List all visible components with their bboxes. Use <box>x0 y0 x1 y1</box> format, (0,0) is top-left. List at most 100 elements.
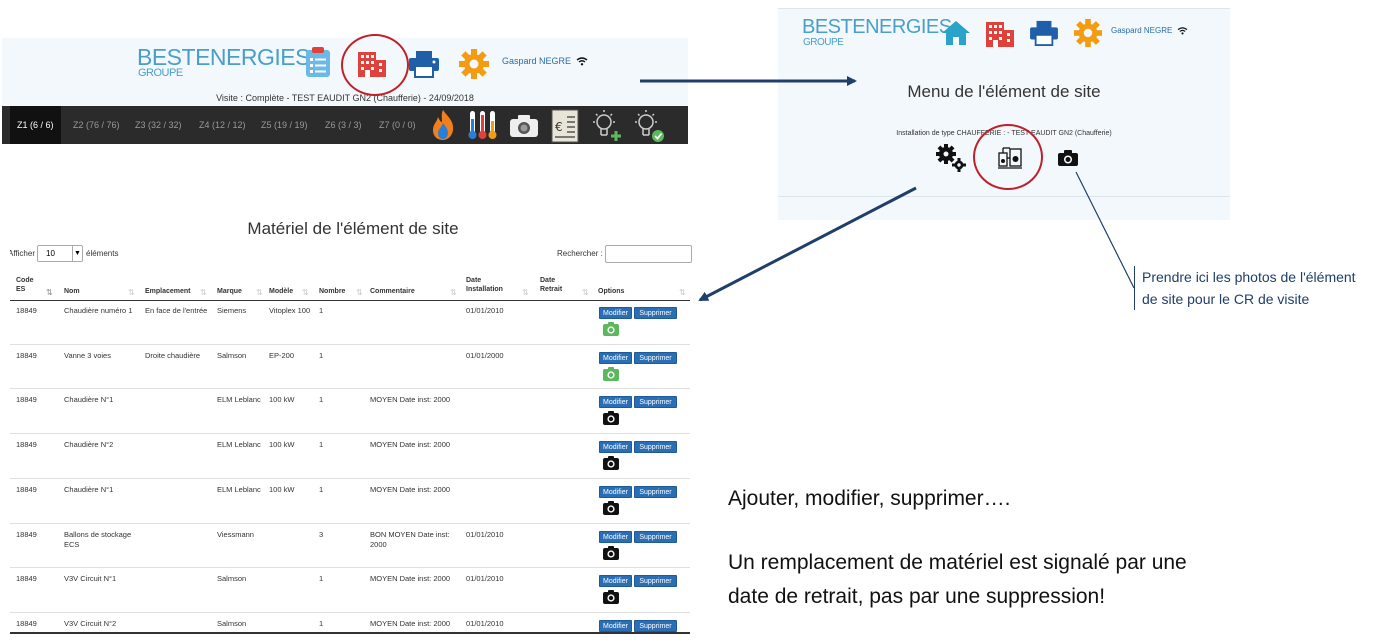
sort-icon[interactable]: ⇅ <box>522 288 529 297</box>
best-energies-logo: BESTENERGIES GROUPE <box>137 44 310 79</box>
sort-icon[interactable]: ⇅ <box>450 288 457 297</box>
column-header-options: Options <box>598 288 625 295</box>
table-cell-nombre: 1 <box>319 440 324 450</box>
page-size-suffix: éléments <box>86 249 119 258</box>
search-input[interactable] <box>605 245 692 263</box>
best-energies-logo: BESTENERGIES GROUPE <box>802 16 952 48</box>
sort-icon[interactable]: ⇅ <box>256 288 263 297</box>
table-title: Matériel de l'élément de site <box>247 219 459 238</box>
edit-button[interactable]: Modifier <box>599 351 632 364</box>
table-cell-modele: Vitoplex 100 <box>269 306 311 315</box>
column-header-code[interactable]: Code ES <box>16 276 40 294</box>
gear-icon[interactable] <box>1073 18 1103 48</box>
camera-icon[interactable] <box>509 114 539 138</box>
sort-icon[interactable]: ⇅ <box>582 288 589 297</box>
search-label: Rechercher : <box>557 249 603 258</box>
user-name[interactable]: Gaspard NEGRE <box>502 56 588 66</box>
table-cell-code: 18849 <box>16 618 37 628</box>
printer-icon[interactable] <box>408 50 440 78</box>
replacement-note-line1: Un remplacement de matériel est signalé … <box>728 551 1187 574</box>
page-size-select[interactable]: 10 ▼ <box>37 245 83 262</box>
tab-zone-2[interactable]: Z2 (76 / 76) <box>73 106 120 144</box>
table-cell-date_install: 01/01/2010 <box>466 574 504 584</box>
delete-button[interactable]: Supprimer <box>634 575 677 588</box>
sort-icon[interactable]: ⇅ <box>128 288 135 297</box>
table-cell-nombre: 3 <box>319 529 324 539</box>
tab-zone-4[interactable]: Z4 (12 / 12) <box>199 106 246 144</box>
printer-icon[interactable] <box>1029 20 1059 46</box>
tab-zone-6[interactable]: Z6 (3 / 3) <box>325 106 362 144</box>
table-cell-nombre: 1 <box>319 395 324 405</box>
column-header-comment[interactable]: Commentaire <box>370 287 415 296</box>
clipboard-icon[interactable] <box>304 46 332 78</box>
tab-zone-1[interactable]: Z1 (6 / 6) <box>10 106 61 144</box>
divider <box>778 8 1230 9</box>
edit-button[interactable]: Modifier <box>599 485 632 498</box>
row-divider <box>10 567 690 569</box>
tab-zone-5[interactable]: Z5 (19 / 19) <box>261 106 308 144</box>
table-cell-commentaire: MOYEN Date inst: 2000 <box>370 395 451 405</box>
column-header-count[interactable]: Nombre <box>319 287 345 296</box>
tab-zone-7[interactable]: Z7 (0 / 0) <box>379 106 416 144</box>
tab-zone-3[interactable]: Z3 (32 / 32) <box>135 106 182 144</box>
camera-icon[interactable] <box>603 411 619 426</box>
gear-icon[interactable] <box>458 48 490 80</box>
row-divider <box>10 433 690 435</box>
edit-button[interactable]: Modifier <box>599 441 632 454</box>
delete-button[interactable]: Supprimer <box>634 441 677 454</box>
sort-icon[interactable]: ⇅ <box>200 288 207 297</box>
edit-button[interactable]: Modifier <box>599 575 632 588</box>
table-cell-marque: ELM Leblanc <box>217 484 261 494</box>
table-cell-nom: Ballons de stockage ECS <box>64 529 132 549</box>
invoice-icon[interactable]: € <box>551 109 579 143</box>
table-cell-nom: Chaudière numéro 1 <box>64 306 133 315</box>
table-cell-date_install: 01/01/2010 <box>466 529 504 539</box>
sort-icon[interactable]: ⇅ <box>679 288 686 297</box>
table-cell-nom: Vanne 3 voies <box>64 350 111 360</box>
camera-photo-taken-icon[interactable] <box>603 366 619 381</box>
delete-button[interactable]: Supprimer <box>634 619 677 632</box>
lightbulb-check-icon[interactable] <box>632 109 666 143</box>
delete-button[interactable]: Supprimer <box>634 485 677 498</box>
sort-icon[interactable]: ⇅ <box>356 288 363 297</box>
table-cell-nom: Chaudière N°1 <box>64 395 114 405</box>
column-header-brand[interactable]: Marque <box>217 287 242 296</box>
camera-icon[interactable] <box>603 500 619 515</box>
table-cell-nom: Chaudière N°2 <box>64 440 114 450</box>
flame-icon[interactable] <box>430 109 456 141</box>
column-header-install-date[interactable]: Date Installation <box>466 276 510 294</box>
thermometer-icon[interactable] <box>468 109 498 141</box>
edit-button[interactable]: Modifier <box>599 396 632 409</box>
delete-button[interactable]: Supprimer <box>634 396 677 409</box>
sort-icon[interactable]: ⇅ <box>302 288 309 297</box>
row-divider <box>10 611 690 613</box>
user-name[interactable]: Gaspard NEGRE <box>1111 26 1188 35</box>
table-cell-emplacement: En face de l'entrée <box>145 306 208 315</box>
edit-button[interactable]: Modifier <box>599 307 632 319</box>
edit-button[interactable]: Modifier <box>599 530 632 543</box>
table-cell-nombre: 1 <box>319 574 324 584</box>
delete-button[interactable]: Supprimer <box>634 307 677 319</box>
column-header-removal-date[interactable]: Date Retrait <box>540 276 574 294</box>
chevron-down-icon: ▼ <box>72 246 82 261</box>
column-header-name[interactable]: Nom <box>64 287 80 296</box>
building-icon[interactable] <box>985 20 1015 48</box>
gears-icon[interactable] <box>935 143 967 173</box>
camera-icon[interactable] <box>603 545 619 560</box>
camera-photo-taken-icon[interactable] <box>603 322 619 336</box>
column-header-location[interactable]: Emplacement <box>145 287 191 296</box>
menu-title: Menu de l'élément de site <box>907 82 1101 101</box>
home-icon[interactable] <box>941 20 971 46</box>
table-cell-modele: 100 kW <box>269 484 295 494</box>
column-header-model[interactable]: Modèle <box>269 287 293 296</box>
camera-icon[interactable] <box>603 590 619 605</box>
sort-asc-icon[interactable]: ⇅ <box>46 288 53 297</box>
edit-button[interactable]: Modifier <box>599 619 632 632</box>
table-cell-code: 18849 <box>16 484 37 494</box>
camera-icon[interactable] <box>603 456 619 471</box>
table-cell-nom: V3V Circuit N°2 <box>64 618 117 628</box>
camera-icon[interactable] <box>1058 150 1078 166</box>
lightbulb-add-icon[interactable] <box>590 109 624 143</box>
delete-button[interactable]: Supprimer <box>634 530 677 543</box>
delete-button[interactable]: Supprimer <box>634 351 677 364</box>
